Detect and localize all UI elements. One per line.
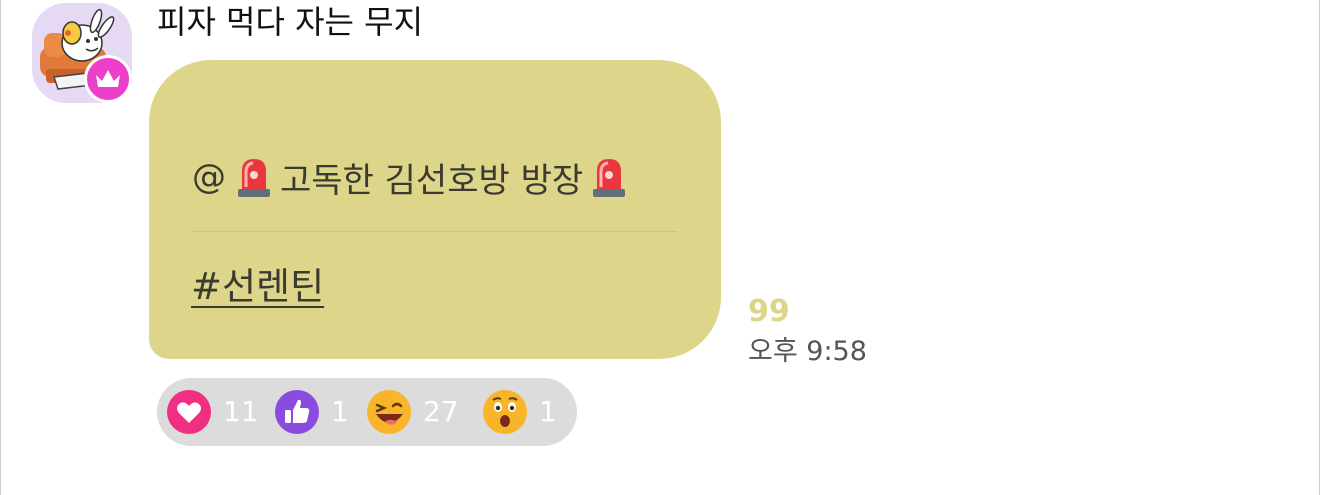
- hashtag-link[interactable]: #선렌틴: [191, 262, 324, 312]
- mention-text: 고독한 김선호방 방장: [280, 160, 584, 201]
- reaction-count: 11: [223, 395, 259, 428]
- unread-count: 99: [748, 294, 790, 329]
- sender-name: 피자 먹다 자는 무지: [157, 3, 424, 41]
- surprised-face-icon: [483, 390, 527, 434]
- reaction-count: 1: [331, 395, 349, 428]
- reaction-heart[interactable]: 11: [167, 390, 259, 434]
- reaction-surprised[interactable]: 1: [483, 390, 557, 434]
- message-time: 오후 9:58: [748, 336, 867, 367]
- room-owner-crown-badge: [84, 55, 132, 103]
- reaction-like[interactable]: 1: [275, 390, 349, 434]
- reaction-bar[interactable]: 11 1 27 1: [157, 378, 577, 446]
- mention-at-sign: @: [192, 157, 226, 197]
- message-bubble[interactable]: [149, 60, 721, 359]
- reaction-laugh[interactable]: 27: [367, 390, 459, 434]
- mention-line[interactable]: @ 고독한 김선호방 방장: [192, 152, 635, 202]
- heart-icon: [167, 390, 211, 434]
- reaction-count: 1: [539, 395, 557, 428]
- siren-icon: [238, 159, 270, 197]
- laughing-face-icon: [367, 390, 411, 434]
- crown-icon: [96, 70, 120, 87]
- thumbs-up-icon: [275, 390, 319, 434]
- reaction-count: 27: [423, 395, 459, 428]
- window-edge-left: [0, 0, 1, 495]
- message-divider: [193, 231, 677, 232]
- siren-icon: [593, 159, 626, 197]
- sender-avatar[interactable]: [32, 3, 132, 103]
